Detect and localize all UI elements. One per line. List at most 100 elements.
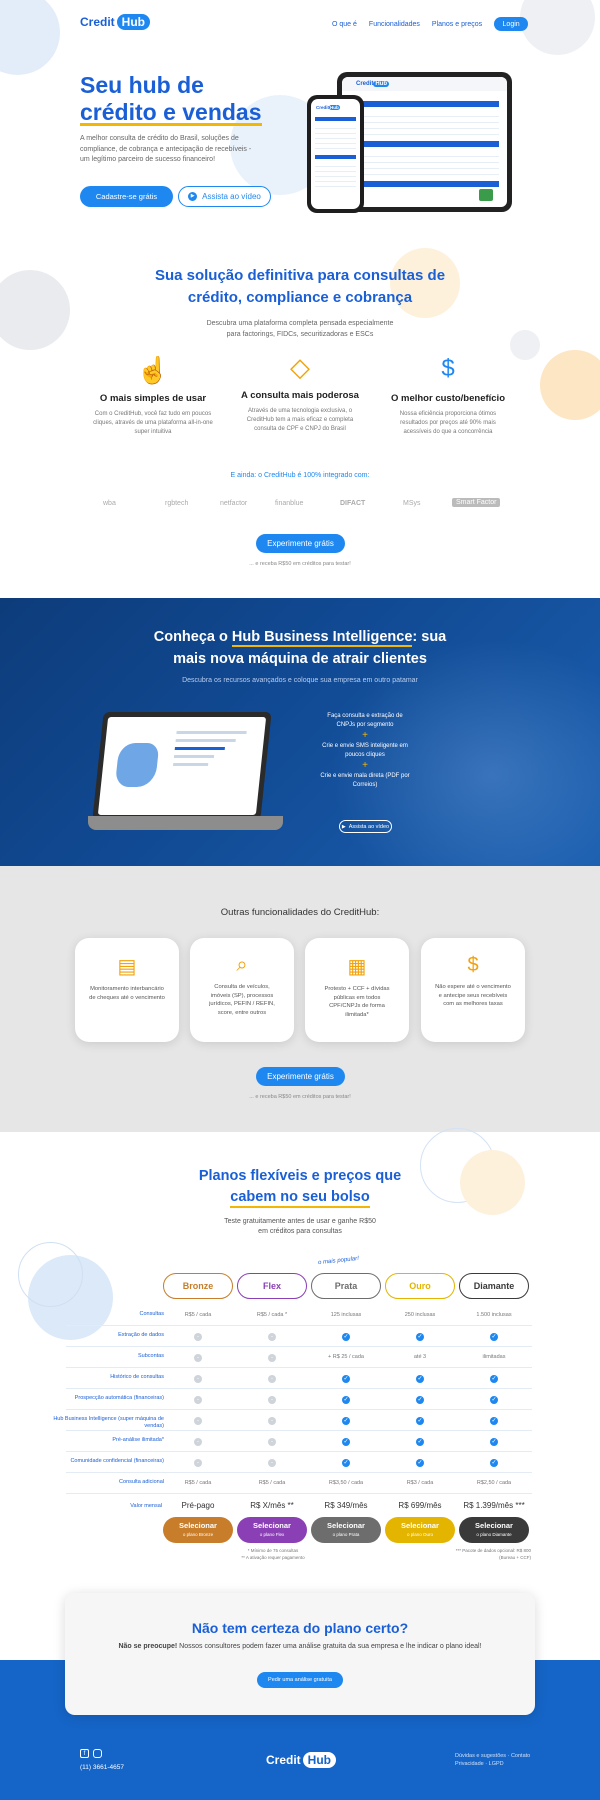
table-cell: 125 inclusas [311, 1312, 381, 1318]
plus-icon: + [362, 760, 368, 771]
play-icon: ▶ [341, 823, 346, 830]
hbi-title-part1: Conheça o [153, 629, 232, 645]
hbi-feature-extract: Faça consulta e extração de CNPJs por se… [327, 713, 403, 728]
logo-hub: Hub [116, 14, 150, 30]
free-analysis-button[interactable]: Pedir uma análise gratuita [257, 1672, 343, 1688]
cta-title: Não tem certeza do plano certo? [191, 1620, 409, 1636]
feature-title: O melhor custo/benefício [390, 393, 506, 404]
cell-text: ilimitadas [482, 1354, 506, 1360]
partner-logo: finanblue [275, 500, 304, 507]
table-cell: R$3,50 / cada [311, 1480, 381, 1486]
select-label: Selecionar [327, 1521, 365, 1530]
plan-price: R$ 349/mês [324, 1501, 368, 1510]
facebook-icon[interactable]: f [80, 1749, 89, 1758]
decor-circle [520, 0, 595, 55]
play-icon: ▶ [188, 192, 198, 201]
table-cell: até 3 [385, 1354, 455, 1360]
footer-link-contact[interactable]: Contato [511, 1753, 530, 1759]
solution-title-line2: crédito, compliance e cobrança [187, 289, 413, 306]
footer-phone[interactable]: (11) 3661-4657 [80, 1764, 124, 1771]
hbi-video-label: Assista ao vídeo [348, 823, 390, 830]
table-cell: 1.500 inclusas [459, 1312, 529, 1318]
signup-button[interactable]: Cadastre-se grátis [80, 186, 173, 207]
select-sublabel: o plano Diamante [476, 1532, 512, 1537]
hero-title-line2: crédito e vendas [80, 99, 262, 126]
feature-powerful: ◇ A consulta mais poderosa Através de um… [230, 352, 370, 434]
plan-header-prata: Prata [311, 1273, 381, 1299]
social-icons: f [80, 1749, 102, 1758]
footer-link-privacy[interactable]: Privacidade [455, 1761, 484, 1767]
hero-description: A melhor consulta de crédito do Brasil, … [80, 135, 252, 163]
solution-title: Sua solução definitiva para consultas de… [0, 265, 600, 309]
partner-logo: DIFACT [340, 500, 366, 507]
feature-title: A consulta mais poderosa [241, 390, 359, 401]
cta-description: Não se preocupe! Nossos consultores pode… [0, 1643, 600, 1650]
clipboard-icon: ▦ [347, 956, 367, 978]
table-cell: R$5 / cada [237, 1480, 307, 1486]
table-cell: ✓ [459, 1396, 529, 1404]
hbi-features: Faça consulta e extração de CNPJs por se… [320, 712, 410, 789]
try-free-button-2[interactable]: Experimente grátis [256, 1067, 345, 1086]
cell-text: R$5 / cada * [256, 1312, 288, 1318]
table-cell: ✓ [385, 1438, 455, 1446]
feature-card-text: Não espere até o vencimento e antecipe s… [435, 984, 511, 1007]
footer-link-lgpd[interactable]: LGPD [489, 1761, 504, 1767]
feature-card-text: Monitoramento interbancário de cheques a… [89, 986, 165, 1001]
table-row: Subcontas - - + R$ 25 / cada até 3 ilimitadas [66, 1348, 532, 1368]
table-cell: ✓ [385, 1459, 455, 1467]
select-label: Selecionar [179, 1521, 217, 1530]
footer-links: Dúvidas e sugestões · Contato Privacidad… [455, 1753, 531, 1767]
select-plan-ouro-button[interactable]: Selecionar o plano Ouro [385, 1517, 455, 1543]
select-plan-bronze-button[interactable]: Selecionar o plano Bronze [163, 1517, 233, 1543]
footer-link-doubts[interactable]: Dúvidas e sugestões [455, 1753, 506, 1759]
solution-title-line1: Sua solução definitiva para consultas de [154, 267, 446, 284]
try-free-button[interactable]: Experimente grátis [256, 534, 345, 553]
decor-circle [18, 1242, 83, 1307]
plan-header-ouro: Ouro [385, 1273, 455, 1299]
logo-credit: Credit [80, 15, 115, 29]
select-sublabel: o plano Prata [332, 1532, 360, 1537]
table-cell: - [237, 1354, 307, 1362]
watch-video-button[interactable]: ▶ Assista ao vídeo [178, 186, 271, 207]
select-plan-diamante-button[interactable]: Selecionar o plano Diamante [459, 1517, 529, 1543]
select-plan-prata-button[interactable]: Selecionar o plano Prata [311, 1517, 381, 1543]
footer-logo[interactable]: Credit Hub [266, 1752, 336, 1768]
nav-link-plans[interactable]: Planos e preços [432, 21, 482, 28]
check-icon: ✓ [490, 1396, 498, 1404]
table-row: Consulta adicional R$5 / cada R$5 / cada R$… [66, 1474, 532, 1494]
logo[interactable]: Credit Hub [80, 14, 150, 30]
unavailable-icon: - [194, 1396, 202, 1404]
cell-text: R$3 / cada [406, 1480, 434, 1486]
hero-title-line1: Seu hub de [80, 72, 204, 98]
table-cell: - [237, 1459, 307, 1467]
partner-logo: wba [103, 500, 116, 507]
plan-price: R$ X/mês ** [250, 1501, 294, 1510]
check-icon: ✓ [416, 1333, 424, 1341]
partner-logo: MSys [403, 500, 421, 507]
table-cell: ✓ [459, 1459, 529, 1467]
watch-video-label: Assista ao vídeo [202, 192, 261, 201]
table-cell: - [163, 1396, 233, 1404]
hbi-feature-sms: Crie e envie SMS inteligente em poucos c… [322, 743, 408, 758]
table-cell: R$3 / cada [385, 1480, 455, 1486]
row-label: Comunidade confidencial (financeiras) [70, 1458, 164, 1464]
footnote-2: ** A ativação requer pagamento [241, 1554, 305, 1560]
plan-price: Pré-pago [181, 1501, 215, 1510]
check-icon: ✓ [342, 1375, 350, 1383]
feature-card-checks: ▤ Monitoramento interbancário de cheques… [75, 938, 179, 1042]
instagram-icon[interactable] [93, 1749, 102, 1758]
nav-link-features[interactable]: Funcionalidades [369, 21, 420, 28]
select-plan-flex-button[interactable]: Selecionar o plano Flex [237, 1517, 307, 1543]
hbi-video-button[interactable]: ▶ Assista ao vídeo [339, 820, 392, 833]
hbi-title: Conheça o Hub Business Intelligence: sua… [0, 626, 600, 670]
hbi-title-part2: : sua [412, 629, 447, 645]
plans-description: Teste gratuitamente antes de usar e ganh… [0, 1217, 600, 1237]
nav-link-what[interactable]: O que é [332, 21, 357, 28]
row-label: Hub Business Intelligence (super máquina… [53, 1416, 164, 1429]
login-button[interactable]: Login [494, 17, 529, 31]
check-icon: ✓ [342, 1438, 350, 1446]
cell-text: R$5 / cada [258, 1480, 286, 1486]
partner-logo: rgbtech [165, 500, 189, 507]
select-label: Selecionar [475, 1521, 513, 1530]
table-cell: R$5 / cada * [237, 1312, 307, 1318]
